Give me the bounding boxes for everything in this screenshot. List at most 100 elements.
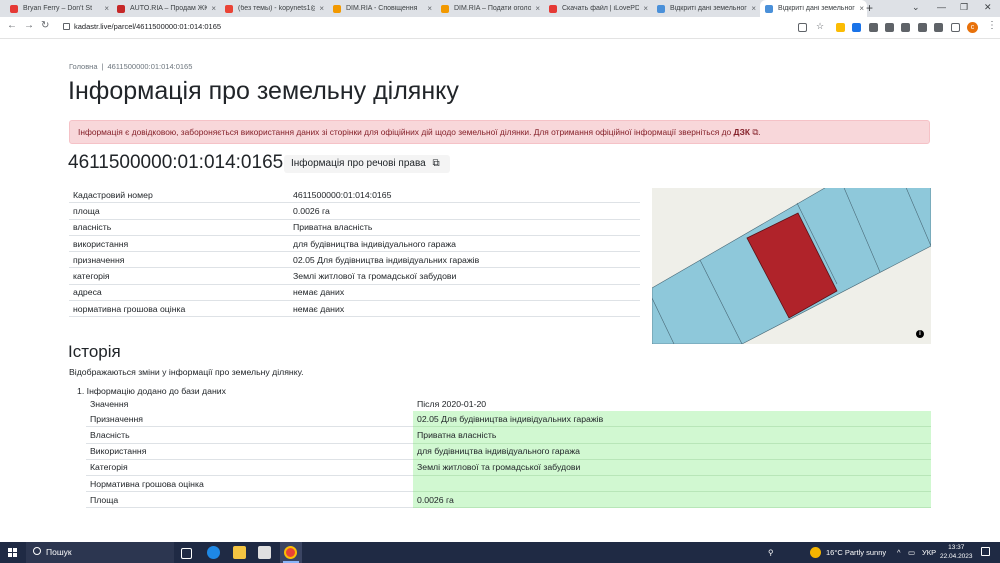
property-rights-label: Інформація про речові права [291,158,426,169]
breadcrumb-current: 4611500000:01:014:0165 [107,62,193,71]
maximize-button[interactable]: ❐ [960,2,968,13]
parcel-info-table: Кадастровий номер 4611500000:01:014:0165 п… [69,187,640,318]
browser-tab[interactable]: DIM.RIA – Подати оголош × [436,0,543,17]
browser-tab[interactable]: Відкриті дані земельного × [652,0,759,17]
history-item-number: 1. [77,386,85,396]
back-icon[interactable]: ← [7,20,17,31]
history-value: 02.05 Для будівництва індивідуальних гар… [413,411,931,428]
taskbar-search[interactable]: Пошук [26,542,174,563]
browser-tab[interactable]: AUTO.RIA – Продам ЖК 2 × [112,0,219,17]
browser-tab[interactable]: Скачать файл | iLovePDF × [544,0,651,17]
map-canvas[interactable] [652,188,931,344]
tab-favicon-icon [10,4,18,13]
browser-tab[interactable]: (без темы) - kopynets1@ × [220,0,327,17]
lock-icon[interactable] [63,23,70,30]
history-header-row: Значення Після 2020-01-20 [86,396,931,411]
dzk-link[interactable]: ДЗК [734,127,750,137]
task-view-icon[interactable] [181,548,192,559]
weather-icon [810,547,821,558]
browser-tabstrip: Bryan Ferry – Don't St × AUTO.RIA – Продам… [0,0,1000,17]
side-panel-icon[interactable] [951,23,960,32]
windows-start-icon[interactable] [8,548,17,557]
info-value: немає даних [289,300,640,318]
tab-search-icon[interactable]: ⌄ [912,2,920,13]
cadastral-number-heading: 4611500000:01:014:0165 [68,152,284,173]
file-explorer-icon[interactable] [233,546,246,559]
profile-avatar[interactable]: c [967,22,978,33]
forward-icon[interactable]: → [24,20,34,31]
show-hidden-icons[interactable]: ^ [897,548,901,557]
info-row: нормативна грошова оцінка немає даних [69,300,640,318]
alert-end: . [758,127,761,137]
tab-favicon-icon [441,4,449,13]
browser-tab[interactable]: DIM.RIA - Сповіщення × [328,0,435,17]
extension-icon[interactable] [836,23,845,32]
extension-icon[interactable] [885,23,894,32]
tab-close-icon[interactable]: × [751,4,756,13]
tab-title: AUTO.RIA – Продам ЖК 2 [130,5,207,12]
menu-icon[interactable]: ⋮ [987,20,997,31]
notifications-icon[interactable] [981,547,990,556]
store-icon[interactable] [258,546,271,559]
history-row: Нормативна грошова оцінка [86,475,931,493]
info-row: категорія Землі житлової та громадської з… [69,267,640,285]
history-table: Значення Після 2020-01-20 Призначення 02.… [86,396,931,509]
breadcrumb-separator: | [101,62,104,71]
chrome-icon [284,546,297,559]
tab-close-icon[interactable]: × [859,4,864,13]
info-value: для будівництва індивідуального гаража [289,235,640,253]
breadcrumb: Головна | 4611500000:01:014:0165 [69,62,192,71]
history-item: 1. Інформацію додано до бази даних [77,386,226,396]
tab-close-icon[interactable]: × [104,4,109,13]
browser-tab[interactable]: Bryan Ferry – Don't St × [5,0,112,17]
reading-list-icon[interactable] [934,23,943,32]
parcel-map[interactable]: i [652,188,931,344]
external-link-icon: ⧉ [432,158,440,169]
share-icon[interactable] [798,23,807,32]
network-icon[interactable]: ▭ [908,548,915,557]
reload-icon[interactable]: ↻ [41,20,49,31]
close-window-button[interactable]: ✕ [984,2,992,13]
tab-close-icon[interactable]: × [211,4,216,13]
minimize-button[interactable]: — [937,2,946,12]
edge-icon[interactable] [207,546,220,559]
info-label: адреса [69,284,289,302]
extension-icon[interactable] [901,23,910,32]
tab-close-icon[interactable]: × [535,4,540,13]
history-label: Нормативна грошова оцінка [86,475,413,493]
tab-close-icon[interactable]: × [319,4,324,13]
history-row: Власність Приватна власність [86,426,931,444]
language-indicator[interactable]: УКР [922,548,936,557]
people-icon[interactable]: ⚲ [768,548,774,557]
info-value: Приватна власність [289,219,640,236]
tab-close-icon[interactable]: × [643,4,648,13]
tab-close-icon[interactable]: × [427,4,432,13]
history-title: Історія [68,342,121,361]
info-label: нормативна грошова оцінка [69,300,289,318]
history-value [413,475,931,493]
browser-tab[interactable]: Відкриті дані земельного × [760,0,867,17]
info-value: 02.05 Для будівництва індивідуальних гар… [289,251,640,269]
weather-text[interactable]: 16°C Partly sunny [826,548,886,557]
property-rights-button[interactable]: Інформація про речові права ⧉ [284,155,450,173]
address-bar[interactable]: kadastr.live/parcel/4611500000:01:014:01… [74,22,221,31]
info-value: Землі житлової та громадської забудови [289,267,640,285]
extension-icon[interactable] [852,23,861,32]
info-value: 0.0026 га [289,202,640,220]
info-row: призначення 02.05 Для будівництва індивід… [69,251,640,269]
extensions-puzzle-icon[interactable] [918,23,927,32]
bookmark-star-icon[interactable]: ☆ [816,21,825,31]
history-description: Відображаються зміни у інформації про зе… [69,367,304,377]
alert-text: Інформація є довідковою, забороняється в… [78,127,734,137]
breadcrumb-home[interactable]: Головна [69,62,98,71]
info-label: Кадастровий номер [69,187,289,204]
info-value: немає даних [289,284,640,302]
info-row: площа 0.0026 га [69,202,640,220]
info-label: призначення [69,251,289,269]
map-info-icon[interactable]: i [916,330,924,338]
tab-favicon-icon [225,4,233,13]
history-value: Землі житлової та громадської забудови [413,459,931,476]
taskbar-clock[interactable]: 13:37 22.04.2023 [940,544,973,561]
extension-icon[interactable] [869,23,878,32]
new-tab-button[interactable]: + [866,1,873,15]
